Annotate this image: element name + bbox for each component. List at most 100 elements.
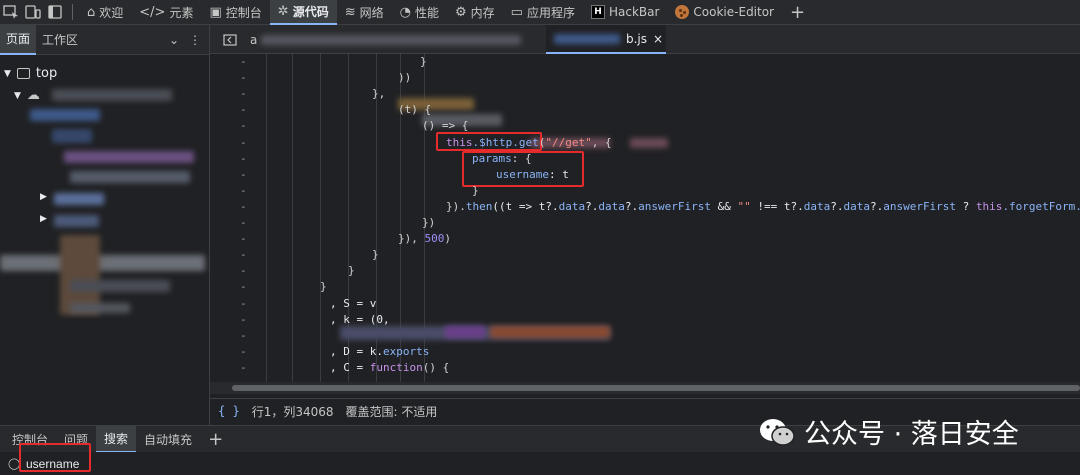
sidebar-tools: ⌄ ⋮ <box>169 33 209 47</box>
code-token: data <box>803 199 831 213</box>
cookie-icon <box>675 5 690 19</box>
tree-item-top[interactable]: ▼ top <box>4 66 57 81</box>
code-token: } <box>348 264 355 278</box>
editor-tab-file[interactable]: a <box>246 25 546 54</box>
tree-item-folder[interactable]: ▶ <box>40 192 47 202</box>
tab-welcome[interactable]: ⌂ 欢迎 <box>79 0 131 25</box>
line-change-marker: - <box>240 248 247 262</box>
code-content: , D = k.exports <box>330 344 429 360</box>
code-line: -} <box>210 263 1080 279</box>
code-token: .$http.get <box>472 135 539 149</box>
code-line: - , k = (0, <box>210 312 1080 328</box>
tree-item-domain[interactable]: ▼ ☁ <box>14 88 40 103</box>
console-icon: ▣ <box>209 4 222 20</box>
code-token: !== t?. <box>750 199 804 213</box>
line-change-marker: - <box>240 87 247 101</box>
more-tools-button[interactable]: + <box>782 0 813 25</box>
tab-console[interactable]: ▣ 控制台 <box>201 0 269 25</box>
wifi-icon: ≋ <box>344 4 356 20</box>
code-line: - , C = function() { <box>210 360 1080 376</box>
code-content: }).then((t => t?.data?.data?.answerFirst… <box>446 199 1080 215</box>
line-change-marker: - <box>240 312 247 326</box>
code-token: , k = (0, <box>330 312 390 326</box>
pretty-print-button[interactable]: { } <box>218 404 240 418</box>
code-line: -}), 500) <box>210 231 1080 247</box>
code-token: .forgetForm.answ <box>1002 199 1080 213</box>
redacted-tree-text <box>54 215 99 227</box>
code-editor[interactable]: -} -)) -}, - (t) {-() => {- this.$http.get("/… <box>210 54 1080 382</box>
drawer-tab-autofill[interactable]: 自动填充 <box>136 426 200 453</box>
add-drawer-tab-button[interactable]: + <box>200 426 231 453</box>
code-line: -} <box>210 279 1080 295</box>
code-line: -} <box>210 54 1080 70</box>
code-line: -}) <box>210 215 1080 231</box>
frame-icon <box>16 68 30 79</box>
performance-icon: ◔ <box>399 4 411 20</box>
code-token: (t) { <box>398 103 432 117</box>
code-token: data <box>558 199 586 213</box>
memory-icon: ⚙ <box>454 4 467 20</box>
editor-tab-active-label: b.js <box>626 31 648 46</box>
tab-network[interactable]: ≋ 网络 <box>337 0 392 25</box>
toggle-navigator-icon[interactable] <box>218 25 242 54</box>
tab-cookie-editor[interactable]: Cookie-Editor <box>667 0 782 25</box>
editor-tab-active[interactable]: b.js × <box>546 25 666 54</box>
wechat-icon <box>758 417 796 447</box>
code-content: (t) { <box>398 102 431 118</box>
tab-performance[interactable]: ◔ 性能 <box>392 0 447 25</box>
chevron-down-icon[interactable]: ⌄ <box>169 33 179 47</box>
line-change-marker: - <box>240 167 247 181</box>
code-content: , S = v <box>330 296 376 312</box>
code-content: } <box>320 279 327 295</box>
drawer-tab-search[interactable]: 搜索 <box>96 425 137 453</box>
code-token: } <box>472 183 479 197</box>
code-token: } <box>372 248 379 262</box>
dock-side-icon[interactable] <box>44 2 66 22</box>
line-change-marker: - <box>240 264 247 278</box>
tab-sources[interactable]: ✲ 源代码 <box>269 0 337 25</box>
code-token: function <box>369 360 423 374</box>
tab-performance-label: 性能 <box>414 5 439 20</box>
code-content: () => { <box>422 118 468 134</box>
tab-application[interactable]: ▭ 应用程序 <box>503 0 583 25</box>
code-content: , k = (0, <box>330 312 390 328</box>
close-icon[interactable]: × <box>653 32 663 46</box>
code-token: data <box>843 199 870 213</box>
redacted-filename <box>554 33 620 44</box>
line-change-marker: - <box>240 296 247 310</box>
code-token: params <box>472 151 512 165</box>
tab-cookie-editor-label: Cookie-Editor <box>693 5 774 19</box>
code-content: }, <box>372 86 385 102</box>
tab-page[interactable]: 页面 <box>0 24 37 55</box>
editor-tab-file-label: a <box>250 32 258 47</box>
sources-sidebar: 页面 工作区 ⌄ ⋮ ▼ top ▼ ☁ ▶ ▶ <box>0 24 210 425</box>
code-token: ?. <box>624 199 639 213</box>
line-change-marker: - <box>240 103 247 117</box>
tab-elements[interactable]: </> 元素 <box>131 0 201 25</box>
redacted-tree-text <box>52 129 92 143</box>
code-token: this <box>975 199 1003 213</box>
code-token: data <box>598 199 625 213</box>
tree-item-folder[interactable]: ▶ <box>40 214 47 224</box>
code-content: this.$http.get("//get", { <box>446 135 612 151</box>
line-change-marker: - <box>240 328 247 342</box>
code-token: /get <box>558 135 586 149</box>
horizontal-scrollbar[interactable] <box>210 382 1080 394</box>
tab-hackbar[interactable]: H HackBar <box>583 0 667 25</box>
sidebar-tabs: 页面 工作区 ⌄ ⋮ <box>0 24 209 55</box>
tab-memory[interactable]: ⚙ 内存 <box>447 0 503 25</box>
code-line: - , S = v <box>210 296 1080 312</box>
caret-right-icon: ▶ <box>40 214 47 224</box>
code-line: - , D = k.exports <box>210 344 1080 360</box>
inspect-element-icon[interactable] <box>0 2 22 22</box>
scrollbar-thumb[interactable] <box>232 385 1080 391</box>
more-options-icon[interactable]: ⋮ <box>189 33 201 47</box>
redacted-tree-text <box>0 255 205 271</box>
tab-hackbar-label: HackBar <box>608 5 660 19</box>
code-token: , S = v <box>330 296 377 310</box>
code-content: } <box>472 183 479 199</box>
code-content: }), 500) <box>398 231 451 247</box>
code-token: , { <box>591 135 612 149</box>
device-toolbar-icon[interactable] <box>22 2 44 22</box>
tab-workspace[interactable]: 工作区 <box>36 25 84 55</box>
